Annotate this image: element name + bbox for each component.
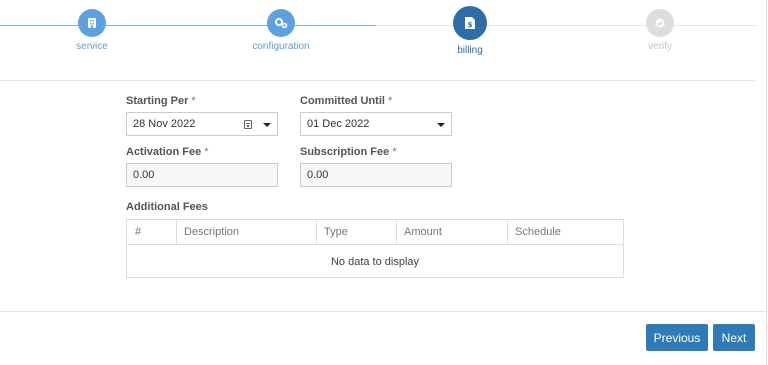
step-billing[interactable]: $ billing [400,6,540,56]
svg-text:$: $ [468,21,473,29]
starting-per-datepicker[interactable]: 28 Nov 2022 [126,112,278,136]
previous-button[interactable]: Previous [646,324,708,351]
chevron-down-icon[interactable] [263,123,271,127]
step-configuration[interactable]: configuration [211,9,351,52]
step-label: service [76,41,108,52]
calendar-icon[interactable] [244,120,252,129]
footer-divider [0,311,766,312]
column-header-number[interactable]: # [127,220,176,244]
wizard-stepper: service configuration $ billing verify [0,0,766,80]
activation-fee-field[interactable]: 0.00 [126,163,278,187]
step-label: billing [457,45,483,56]
subscription-fee-label: Subscription Fee * [300,146,397,158]
step-verify[interactable]: verify [590,9,730,52]
building-icon [78,9,106,37]
additional-fees-table: # Description Type Amount Schedule No da… [126,219,624,278]
activation-fee-value: 0.00 [133,169,155,181]
column-header-type[interactable]: Type [316,220,396,244]
committed-until-value: 01 Dec 2022 [307,118,370,130]
starting-per-value: 28 Nov 2022 [133,118,196,130]
invoice-icon: $ [453,6,487,40]
subscription-fee-field[interactable]: 0.00 [300,163,452,187]
chevron-down-icon[interactable] [437,123,445,127]
committed-until-label: Committed Until * [300,95,393,107]
gears-icon [267,9,295,37]
additional-fees-title: Additional Fees [126,201,208,213]
subscription-fee-value: 0.00 [307,169,329,181]
step-service[interactable]: service [22,9,162,52]
column-header-description[interactable]: Description [176,220,316,244]
panel-right-border [766,0,767,365]
step-label: configuration [252,41,310,52]
starting-per-label: Starting Per * [126,95,196,107]
step-label: verify [648,41,672,52]
activation-fee-label: Activation Fee * [126,146,209,158]
next-button[interactable]: Next [713,324,755,351]
column-header-schedule[interactable]: Schedule [507,220,623,244]
stepper-divider [0,80,755,81]
column-header-amount[interactable]: Amount [396,220,507,244]
check-circle-icon [646,9,674,37]
table-empty-message: No data to display [330,255,420,268]
committed-until-select[interactable]: 01 Dec 2022 [300,112,452,136]
